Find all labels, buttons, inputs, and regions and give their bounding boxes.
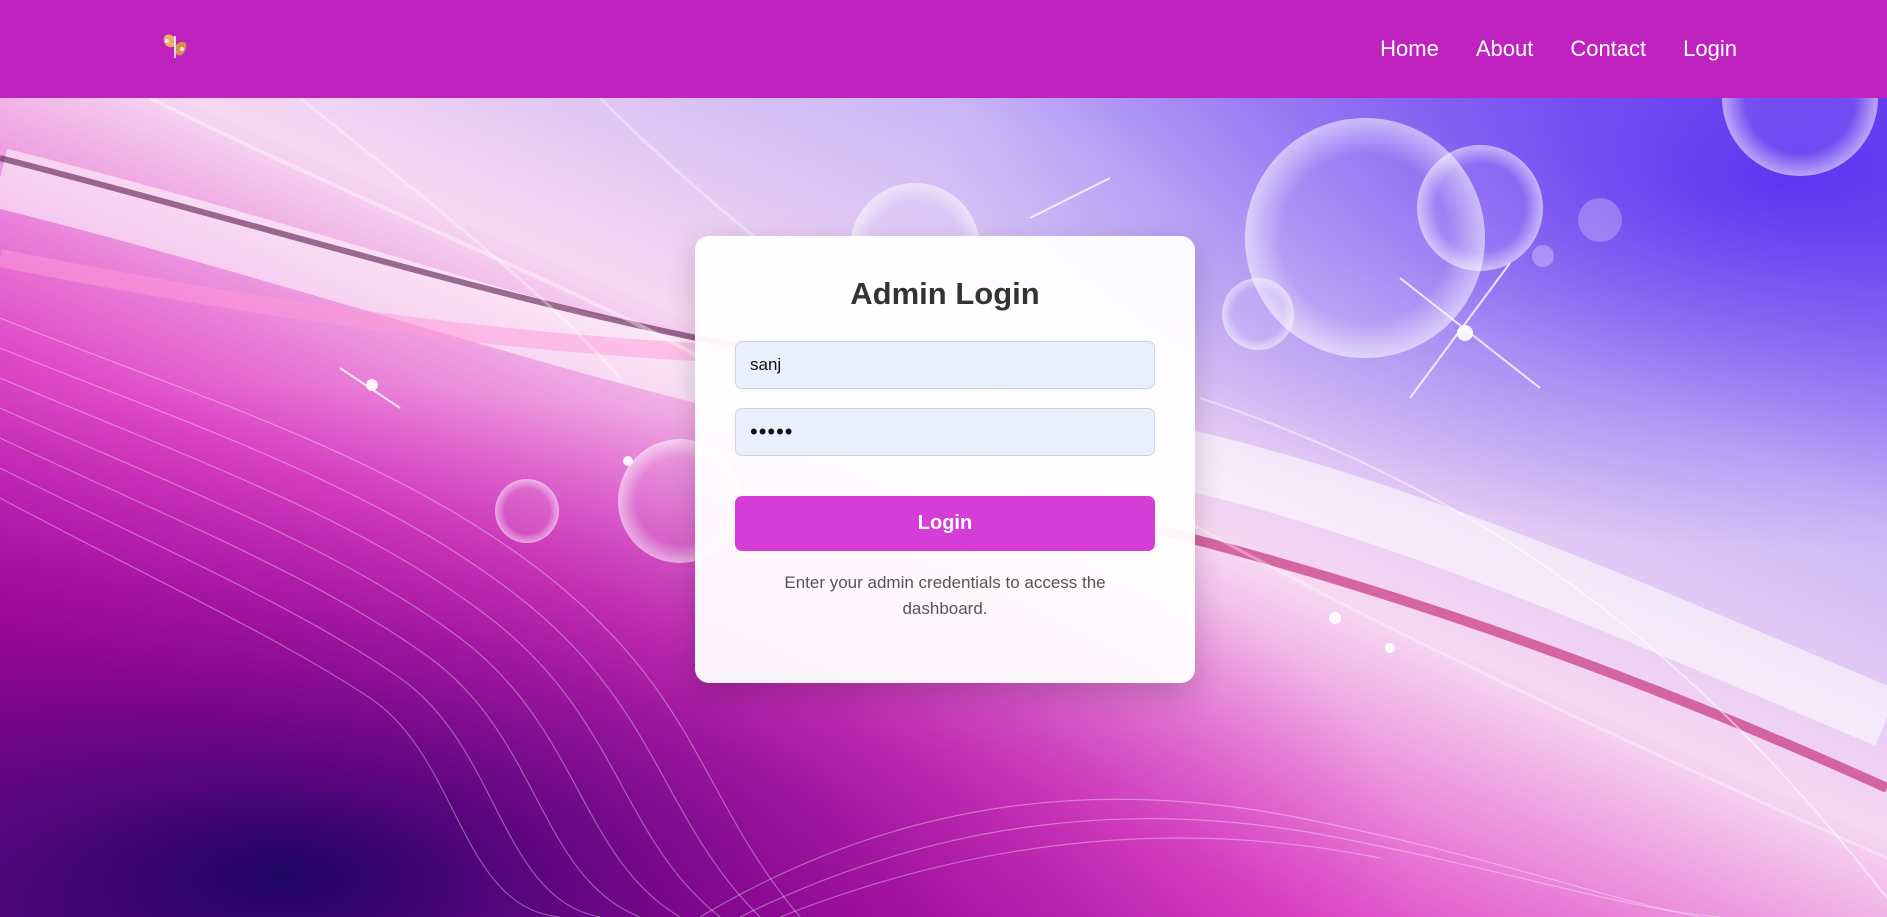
nav-about-link[interactable]: About	[1476, 36, 1534, 62]
nav-contact-link[interactable]: Contact	[1570, 36, 1646, 62]
login-button[interactable]: Login	[735, 496, 1155, 551]
page: Home About Contact Login Admin Login Log…	[0, 0, 1887, 917]
top-navbar: Home About Contact Login	[0, 0, 1887, 98]
butterfly-logo-icon[interactable]	[158, 30, 192, 64]
login-title: Admin Login	[850, 276, 1040, 311]
login-card: Admin Login Login Enter your admin crede…	[695, 236, 1195, 683]
nav-login-link[interactable]: Login	[1683, 36, 1737, 62]
main-nav: Home About Contact Login	[1343, 0, 1737, 98]
nav-home-link[interactable]: Home	[1380, 36, 1439, 62]
username-input[interactable]	[735, 341, 1155, 389]
password-input[interactable]	[735, 408, 1155, 456]
login-hint-text: Enter your admin credentials to access t…	[784, 573, 1106, 618]
